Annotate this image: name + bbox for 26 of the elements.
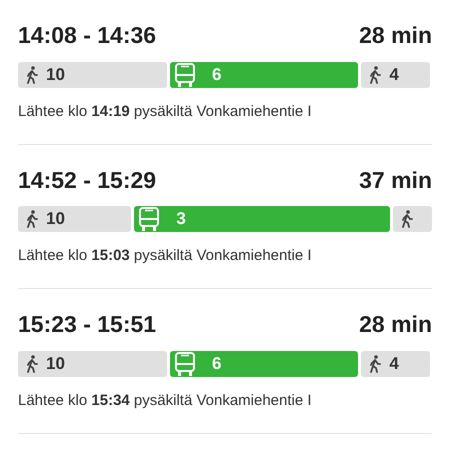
bus-line-number: 6 [212, 352, 222, 375]
time-range: 14:52 - 15:29 [18, 166, 156, 194]
time-range: 14:08 - 14:36 [18, 21, 156, 50]
walk-minutes: 10 [46, 64, 65, 86]
walking-person-icon [400, 210, 413, 228]
bus-line-number: 3 [176, 208, 186, 230]
bus-icon [174, 350, 196, 376]
departure-info: Lähtee klo 14:19 pysäkiltä Vonkamiehentie I [18, 102, 312, 120]
trip-duration: 37 min [359, 166, 432, 194]
bus-icon [174, 62, 196, 88]
walk-minutes: 4 [389, 64, 399, 86]
walk-minutes: 10 [46, 352, 65, 375]
time-range: 15:23 - 15:51 [18, 310, 156, 339]
bus-line-number: 6 [212, 64, 222, 86]
walking-person-icon [369, 354, 382, 372]
departure-info: Lähtee klo 15:03 pysäkiltä Vonkamiehentie I [18, 247, 312, 264]
walking-person-icon [26, 66, 38, 84]
walk-minutes: 4 [389, 352, 399, 375]
walking-person-icon [26, 354, 38, 372]
trip-duration: 28 min [359, 310, 432, 339]
departure-info: Lähtee klo 15:34 pysäkiltä Vonkamiehentie I [18, 392, 312, 408]
walking-person-icon [369, 66, 382, 84]
walking-person-icon [26, 210, 38, 228]
trip-duration: 28 min [359, 21, 432, 50]
walk-minutes: 10 [46, 208, 65, 230]
bus-icon [138, 206, 160, 232]
